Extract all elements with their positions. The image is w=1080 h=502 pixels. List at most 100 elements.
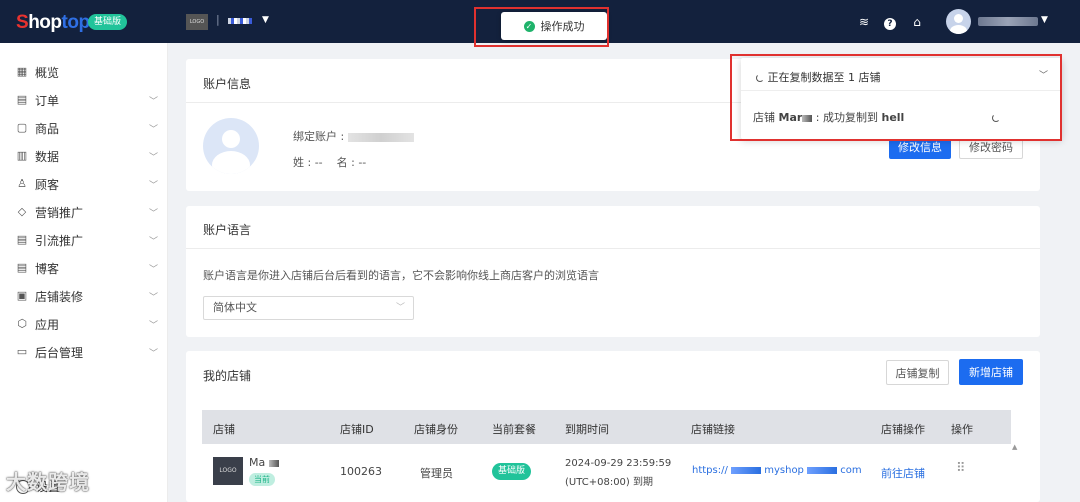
column-header-link: 店铺链接 — [691, 423, 735, 436]
database-icon[interactable]: ≋ — [856, 14, 872, 30]
column-header-expire: 到期时间 — [565, 423, 609, 436]
sidebar-item-0[interactable]: ▦ 概览 — [0, 58, 168, 86]
new-store-button[interactable]: 新增店铺 — [959, 359, 1023, 385]
logo-text-hop: hop — [28, 12, 62, 33]
column-header-store-action: 店铺操作 — [881, 423, 925, 436]
row-plan-badge: 基础版 — [492, 463, 532, 480]
data-icon: ▥ — [16, 149, 28, 162]
shoptop-logo[interactable]: Shoptop — [16, 12, 90, 34]
sidebar-item-2[interactable]: ▢ 商品 ﹀ — [0, 114, 168, 142]
edition-badge: 基础版 — [88, 14, 128, 30]
my-stores-title: 我的店铺 — [203, 369, 252, 383]
table-scrollbar[interactable]: ▲ — [1012, 443, 1022, 502]
sidebar-item-label: 数据 — [35, 149, 60, 164]
user-menu-caret-icon[interactable]: ▼ — [1041, 15, 1048, 25]
store-switcher-caret-icon[interactable]: ▼ — [262, 15, 269, 25]
account-info-title: 账户信息 — [203, 77, 252, 91]
sidebar-item-label: 引流推广 — [35, 233, 84, 248]
sidebar-item-5[interactable]: ◇ 营销推广 ﹀ — [0, 198, 168, 226]
chevron-down-icon: ﹀ — [395, 303, 405, 313]
logo-letter-s: S — [16, 12, 29, 33]
sidebar-item-6[interactable]: ▤ 引流推广 ﹀ — [0, 226, 168, 254]
chevron-down-icon: ﹀ — [149, 348, 159, 359]
help-icon[interactable]: ? — [882, 14, 898, 30]
stores-table-header: 店铺 店铺ID 店铺身份 当前套餐 到期时间 店铺链接 店铺操作 操作 — [202, 410, 1011, 444]
row-store-name: Ma — [249, 456, 279, 469]
chevron-down-icon: ﹀ — [149, 180, 159, 191]
sidebar-item-7[interactable]: ▤ 博客 ﹀ — [0, 254, 168, 282]
link-redacted — [807, 466, 838, 474]
sidebar-item-label: 顾客 — [35, 177, 60, 192]
link-prefix: https:// — [692, 465, 728, 476]
chevron-down-icon: ﹀ — [149, 264, 159, 275]
chevron-down-icon: ﹀ — [149, 152, 159, 163]
chevron-down-icon: ﹀ — [149, 208, 159, 219]
go-to-store-link[interactable]: 前往店铺 — [881, 465, 925, 481]
order-icon: ▤ — [16, 93, 28, 106]
row-store-name-text: Ma — [249, 456, 266, 469]
link-redacted — [731, 466, 762, 474]
dashboard-icon: ▦ — [16, 65, 28, 78]
copy-store-button[interactable]: 店铺复制 — [886, 360, 949, 385]
card-divider — [186, 248, 1040, 249]
bound-account-label: 绑定账户 : — [293, 130, 345, 143]
traffic-icon: ▤ — [16, 233, 28, 246]
sidebar: ▦ 概览 ▤ 订单 ﹀ ▢ 商品 ﹀ ▥ 数据 ﹀ ♙ 顾客 ﹀ ◇ 营销推广 ﹀ ▤ 引流推广 ﹀ ▤ 博客 ﹀ ▣ 店铺装修… — [0, 43, 168, 502]
sidebar-item-10[interactable]: ▭ 后台管理 ﹀ — [0, 338, 168, 366]
given-name-label: 名 : -- — [336, 156, 367, 169]
sidebar-item-label: 商品 — [35, 121, 60, 136]
sidebar-item-9[interactable]: ⬡ 应用 ﹀ — [0, 310, 168, 338]
user-avatar[interactable] — [946, 9, 971, 34]
account-language-description: 账户语言是你进入店铺后台后看到的语言，它不会影响你线上商店客户的浏览语言 — [203, 269, 599, 282]
row-store-link[interactable]: https:// myshop com — [692, 465, 862, 476]
highlight-box-toast — [474, 7, 609, 47]
current-store-badge: 当前 — [249, 473, 275, 486]
row-store-logo: LOGO — [213, 457, 243, 485]
sidebar-item-label: 后台管理 — [35, 345, 84, 360]
customer-icon: ♙ — [17, 177, 27, 190]
logo-text-top: top — [61, 12, 91, 33]
language-select[interactable]: 简体中文 ﹀ — [203, 296, 414, 320]
watermark-text: 大数跨境 — [6, 470, 90, 494]
account-language-title: 账户语言 — [203, 223, 252, 237]
my-stores-card: 我的店铺 店铺复制 新增店铺 店铺 店铺ID 店铺身份 当前套餐 到期时间 店铺… — [186, 351, 1040, 502]
bound-account-line: 绑定账户 : — [293, 128, 414, 144]
column-header-plan: 当前套餐 — [492, 423, 536, 436]
account-avatar — [203, 118, 259, 174]
row-store-id: 100263 — [340, 465, 382, 478]
chevron-down-icon: ﹀ — [149, 236, 159, 247]
drag-handle-icon[interactable]: ⠿ — [956, 461, 966, 476]
sidebar-item-1[interactable]: ▤ 订单 ﹀ — [0, 86, 168, 114]
home-icon[interactable]: ⌂ — [909, 14, 925, 30]
tag-icon: ◇ — [17, 205, 27, 218]
scroll-up-icon[interactable]: ▲ — [1012, 443, 1017, 451]
column-header-store-id: 店铺ID — [340, 423, 374, 436]
store-name-redacted — [268, 459, 279, 467]
row-expire-date: 2024-09-29 23:59:59 — [565, 458, 672, 469]
sidebar-item-label: 营销推广 — [35, 205, 84, 220]
bound-account-redacted — [347, 132, 414, 142]
account-language-card: 账户语言 账户语言是你进入店铺后台后看到的语言，它不会影响你线上商店客户的浏览语… — [186, 206, 1040, 337]
decoration-icon: ▣ — [16, 289, 28, 302]
store-separator: | — [216, 13, 220, 26]
blog-icon: ▤ — [16, 261, 28, 274]
sidebar-item-4[interactable]: ♙ 顾客 ﹀ — [0, 170, 168, 198]
store-name-redacted[interactable] — [228, 18, 252, 24]
chevron-down-icon: ﹀ — [149, 320, 159, 331]
sidebar-item-label: 订单 — [35, 93, 60, 108]
language-selected-value: 简体中文 — [213, 301, 257, 314]
sidebar-item-3[interactable]: ▥ 数据 ﹀ — [0, 142, 168, 170]
surname-label: 姓 : -- — [293, 156, 323, 169]
sidebar-item-8[interactable]: ▣ 店铺装修 ﹀ — [0, 282, 168, 310]
highlight-box-panel — [730, 54, 1062, 141]
username-redacted[interactable] — [978, 17, 1038, 26]
column-header-store: 店铺 — [213, 423, 235, 436]
chevron-down-icon: ﹀ — [149, 292, 159, 303]
sidebar-item-label: 博客 — [35, 261, 60, 276]
chevron-down-icon: ﹀ — [149, 124, 159, 135]
folder-icon: ▭ — [16, 345, 28, 358]
link-middle: myshop — [764, 465, 804, 476]
store-logo-thumb[interactable]: LOGO — [186, 14, 208, 30]
chevron-down-icon: ﹀ — [149, 96, 159, 107]
column-header-role: 店铺身份 — [414, 423, 458, 436]
